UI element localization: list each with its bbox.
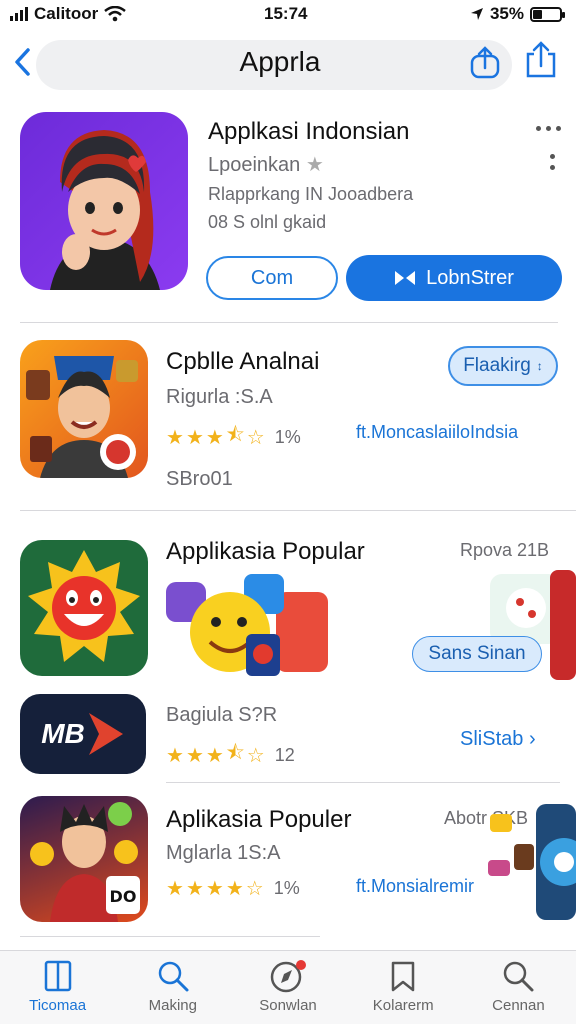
list-item-title[interactable]: Aplikasia Populer [166, 806, 351, 834]
list-item-developer: Rigurla :S.A [166, 386, 273, 408]
list-item-badge[interactable]: Sans Sinan [412, 636, 542, 672]
list-item-side-text: Rpova 21B [460, 540, 550, 560]
chevron-left-icon [15, 48, 30, 76]
list-item-action-button[interactable]: Flaakirg ↕ [448, 346, 558, 386]
list-item-title[interactable]: Applikasia Popular [166, 538, 365, 566]
more-icon[interactable] [536, 126, 561, 131]
status-time: 15:74 [264, 4, 308, 23]
book-icon [44, 960, 71, 992]
star-icon: ★ [205, 744, 224, 767]
sun-emoji-illustration [28, 550, 140, 662]
list-item-icon[interactable]: DO [20, 796, 148, 922]
mb-logo-text: MB [41, 718, 85, 749]
star-icon: ★ [205, 878, 224, 900]
divider [20, 322, 558, 323]
avatar-illustration [50, 130, 160, 290]
export-icon[interactable] [524, 40, 558, 80]
star-icon: ★ [305, 154, 324, 176]
search-icon [158, 961, 189, 992]
featured-app-subtitle-text: Lpoeinkan [208, 154, 301, 176]
location-icon [470, 8, 483, 20]
star-rating: ★ ★ ★ ⯪ ☆ 1% [166, 420, 301, 454]
rating-text: 1% [274, 426, 301, 447]
star-icon: ★ [185, 878, 204, 900]
search-icon [504, 961, 534, 992]
compass-icon [270, 960, 306, 993]
status-bar: Calitoor 15:74 35% [0, 0, 576, 28]
signal-icon [10, 7, 28, 21]
list-item-link[interactable]: SliStab › [460, 728, 536, 751]
star-icon: ⯪ [225, 742, 245, 764]
list-item-link-label: SliStab [460, 728, 524, 750]
game-thumbnail [488, 804, 576, 920]
tab-bar: Ticomaa Making Sonwlan Kolarerm Cennan [0, 950, 576, 1024]
list-item-developer: Mglarla 1S:A [166, 842, 281, 864]
featured-app-size: 08 S olnl gkaid [208, 212, 327, 232]
star-icon: ★ [225, 878, 244, 900]
wifi-icon [104, 6, 127, 22]
nav-bar: Apprla [0, 36, 576, 92]
list-item-link[interactable]: ft.Monsialremir [356, 876, 474, 897]
star-icon: ★ [166, 878, 184, 900]
battery-percent: 35% [489, 4, 524, 23]
list-item-icon[interactable]: MB [20, 694, 146, 774]
divider [20, 936, 320, 937]
star-rating: ★ ★ ★ ⯪ ☆ 12 [166, 738, 295, 772]
star-icon: ★ [205, 426, 224, 449]
chevron-right-icon: › [528, 728, 536, 750]
star-icon: ★ [166, 426, 184, 449]
chevron-updown-icon: ↕ [536, 359, 543, 373]
featured-primary-button-label: LobnStrer [426, 266, 514, 289]
carrier-name: Calitoor [34, 4, 99, 23]
game-illustration [26, 356, 138, 478]
featured-app-subtitle: Lpoeinkan ★ [208, 152, 324, 177]
tab-label: Cennan [492, 997, 545, 1014]
bow-icon [395, 271, 416, 285]
tab-explore[interactable]: Sonwlan [230, 951, 345, 1024]
list-item-link[interactable]: ft.MoncaslaiiloIndsia [356, 422, 518, 443]
featured-app-title[interactable]: Applkasi Indonsian [208, 118, 409, 146]
tab-search[interactable]: Cennan [461, 951, 576, 1024]
divider [20, 510, 576, 511]
list-item-developer: Bagiula S?R [166, 704, 278, 726]
star-icon: ★ [166, 744, 184, 767]
featured-primary-button[interactable]: LobnStrer [346, 255, 562, 301]
list-item-icon-text: DO [110, 887, 137, 906]
tab-label: Kolarerm [372, 997, 434, 1014]
tab-making[interactable]: Making [115, 951, 230, 1024]
star-icon: ★ [185, 426, 204, 449]
star-icon: ☆ [245, 878, 264, 900]
featured-secondary-button[interactable]: Com [206, 256, 338, 300]
arrow-icon [88, 713, 123, 755]
list-item-action-label: Flaakirg [463, 355, 531, 376]
share-icon[interactable] [468, 44, 502, 80]
tab-saved[interactable]: Kolarerm [346, 951, 461, 1024]
page-title: Apprla [239, 46, 321, 77]
star-icon: ☆ [246, 744, 265, 767]
list-item-icon[interactable] [20, 340, 148, 478]
character-illustration: DO [30, 802, 140, 922]
star-icon: ☆ [246, 426, 265, 449]
back-button[interactable] [8, 44, 36, 80]
tab-label: Ticomaa [29, 997, 87, 1014]
list-item-icon[interactable] [20, 540, 148, 676]
featured-app-icon[interactable] [20, 112, 188, 290]
star-icon: ⯪ [225, 424, 245, 446]
list-item-title[interactable]: Cpblle Analnai [166, 348, 319, 376]
tab-label: Sonwlan [259, 997, 317, 1014]
battery-icon [530, 6, 565, 22]
tab-label: Making [148, 997, 197, 1014]
list-item-extra: SBro01 [166, 468, 233, 490]
star-rating: ★ ★ ★ ★ ☆ 1% [166, 876, 300, 901]
star-icon: ★ [185, 744, 204, 767]
featured-app-description: Rlapprkang IN Jooadbera [208, 184, 414, 204]
tab-today[interactable]: Ticomaa [0, 951, 115, 1024]
rating-text: 1% [273, 878, 300, 898]
more-vertical-icon[interactable] [550, 154, 555, 170]
emoji-collage-illustration [166, 574, 328, 676]
bookmark-icon [391, 961, 415, 992]
divider [166, 782, 560, 783]
rating-text: 12 [274, 744, 295, 765]
